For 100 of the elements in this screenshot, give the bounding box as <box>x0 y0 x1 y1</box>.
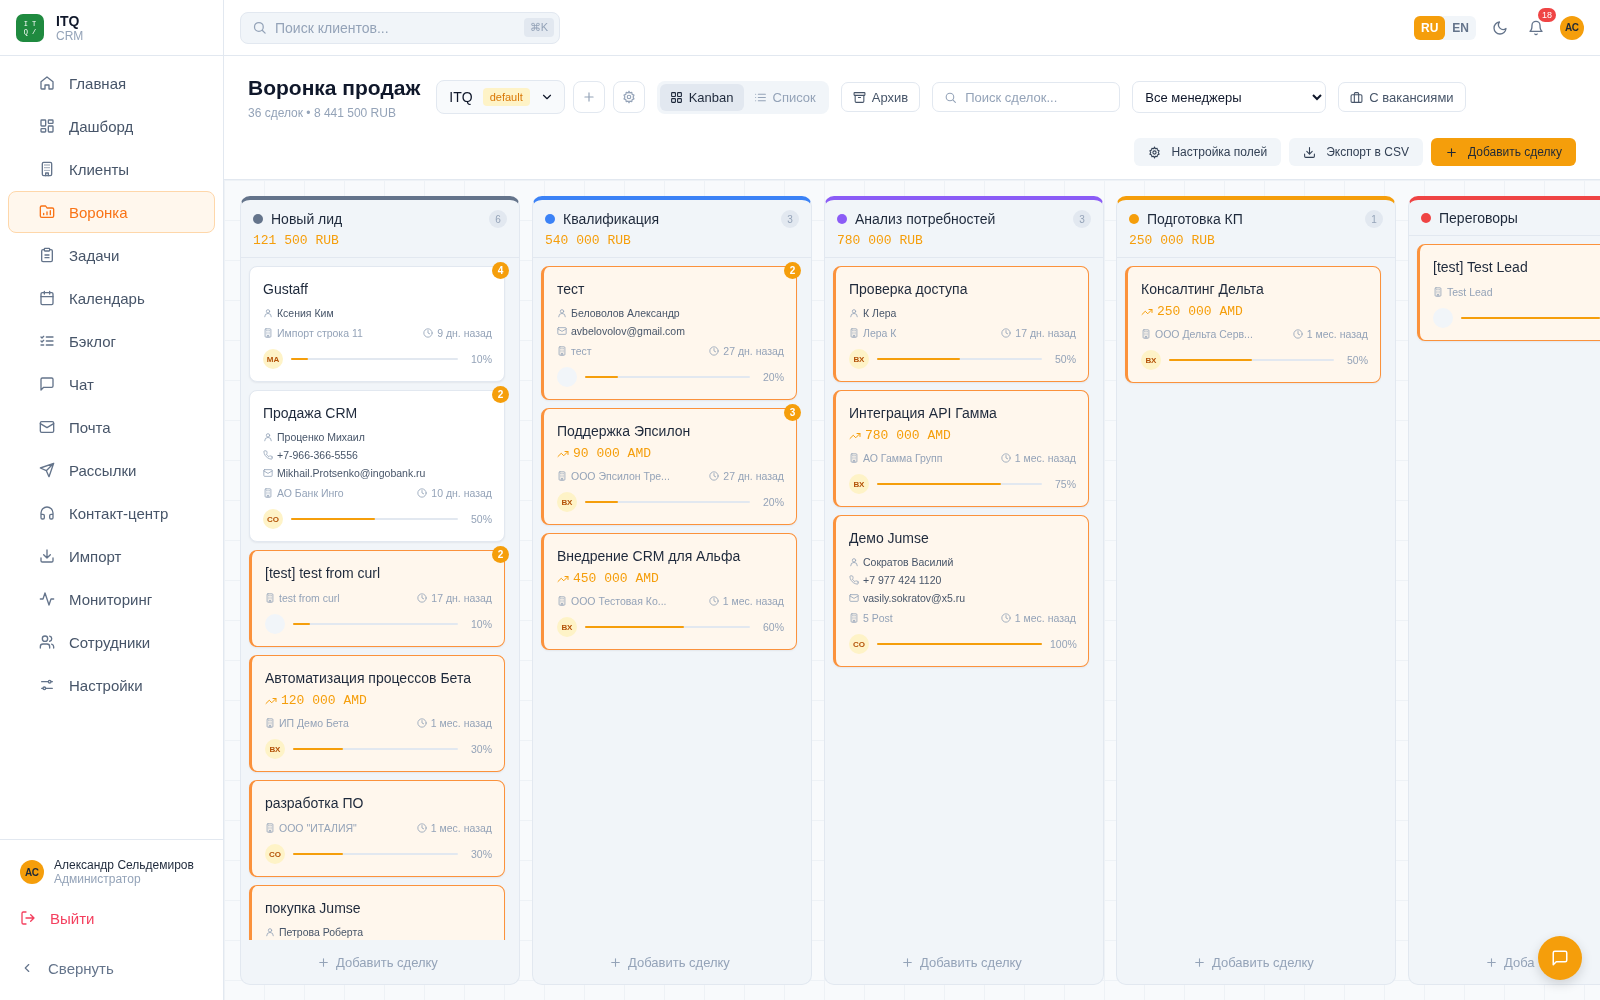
progress-percent: 10% <box>470 618 492 630</box>
field-settings-button[interactable]: Настройка полей <box>1134 138 1282 166</box>
clock-icon <box>417 488 428 498</box>
sidebar-item[interactable]: Задачи <box>8 234 215 276</box>
user-role: Администратор <box>54 872 142 886</box>
company-name: 5 Post <box>863 612 893 624</box>
person-icon <box>849 557 859 567</box>
company-name: АО Гамма Групп <box>863 452 943 464</box>
time-ago: 10 дн. назад <box>431 487 492 499</box>
company-name: ООО "ИТАЛИЯ" <box>279 822 357 834</box>
deal-card[interactable]: Автоматизация процессов Бета 120 000 AMD ИП Демо Бета 1 мес. назад ВХ 30% <box>249 655 505 772</box>
company-name: ООО Тестовая Ко... <box>571 595 667 607</box>
building-icon <box>557 596 567 606</box>
deal-search-field[interactable]: Поиск сделок... <box>932 82 1121 112</box>
user-name: Александр Сельдемиров <box>54 858 194 872</box>
deal-card[interactable]: Демо Jumse Сократов Василий +7 977 424 1120 vasily.sokratov@x5.ru 5 Post 1 мес. назад СО 100% <box>833 515 1089 667</box>
pipeline-select[interactable]: ITQ default <box>436 80 565 114</box>
phone-number: +7-966-366-5556 <box>277 449 358 461</box>
headset-icon <box>39 505 55 521</box>
collapse-button[interactable]: Свернуть <box>20 946 203 990</box>
count-badge: 3 <box>784 404 801 421</box>
contact-name: Ксения Ким <box>277 307 334 319</box>
sidebar-item[interactable]: Клиенты <box>8 148 215 190</box>
download-icon <box>39 548 55 564</box>
time-ago: 1 мес. назад <box>430 822 492 834</box>
deal-title: Консалтинг Дельта <box>1141 281 1265 297</box>
chat-icon <box>39 376 55 392</box>
sidebar-item[interactable]: Сотрудники <box>8 621 215 663</box>
avatar: ВХ <box>557 492 577 512</box>
deal-card[interactable]: Внедрение CRM для Альфа 450 000 AMD ООО Тестовая Ко... 1 мес. назад ВХ 60% <box>541 533 797 650</box>
clock-icon <box>1000 613 1011 623</box>
email-address: vasily.sokratov@x5.ru <box>863 592 966 604</box>
vacancies-button[interactable]: С вакансиями <box>1338 82 1466 112</box>
time-ago: 27 дн. назад <box>723 345 784 357</box>
sliders-icon <box>39 677 55 693</box>
deal-title: Поддержка Эпсилон <box>557 423 692 439</box>
sidebar-item[interactable]: Календарь <box>8 277 215 319</box>
column-title: Квалификация <box>563 211 661 227</box>
moon-icon <box>1492 19 1508 36</box>
building-icon <box>557 471 567 481</box>
sidebar-item[interactable]: Чат <box>8 363 215 405</box>
deal-title: покупка Jumse <box>265 900 362 916</box>
deal-card[interactable]: разработка ПО ООО "ИТАЛИЯ" 1 мес. назад СО 30% <box>249 780 505 877</box>
sidebar-item[interactable]: Почта <box>8 406 215 448</box>
clock-icon <box>709 346 720 356</box>
export-button[interactable]: Экспорт в CSV <box>1289 138 1423 166</box>
sidebar-item[interactable]: Мониторинг <box>8 578 215 620</box>
clock-icon <box>708 596 719 606</box>
count-badge: 3 <box>1073 210 1091 228</box>
person-icon <box>265 927 275 937</box>
language-toggle[interactable]: EN <box>1445 15 1476 40</box>
building-icon <box>263 488 273 498</box>
sidebar-item[interactable]: Главная <box>8 62 215 104</box>
clock-icon <box>423 328 434 338</box>
calendar-icon <box>39 290 55 306</box>
avatar: СО <box>849 634 869 654</box>
sidebar-item[interactable]: Настройки <box>8 664 215 706</box>
plus-icon <box>1444 145 1458 159</box>
view-tab[interactable]: Kanban <box>659 83 744 111</box>
deal-amount: 450 000 AMD <box>573 571 659 586</box>
company-name: Лера К <box>863 327 897 339</box>
company-name: ООО Дельта Серв... <box>1155 328 1253 340</box>
email-address: avbelovolov@gmail.com <box>571 325 685 337</box>
phone-icon <box>263 450 273 460</box>
deal-card[interactable]: Консалтинг Дельта 250 000 AMD ООО Дельта Серв... 1 мес. назад ВХ 50% <box>1125 266 1381 383</box>
avatar: МА <box>263 349 283 369</box>
deal-card[interactable]: Интеграция API Гамма 780 000 AMD АО Гамма Групп 1 мес. назад ВХ 75% <box>833 390 1089 507</box>
clock-icon <box>1000 453 1011 463</box>
archive-button[interactable]: Архив <box>840 82 921 112</box>
sidebar-item[interactable]: Дашборд <box>8 105 215 147</box>
settings-button[interactable] <box>612 81 645 113</box>
archive-icon <box>852 90 866 104</box>
sidebar-item[interactable]: Рассылки <box>8 449 215 491</box>
deal-amount: 90 000 AMD <box>573 446 651 461</box>
deal-card[interactable]: покупка Jumse Петрова Роберта <box>249 885 505 940</box>
send-icon <box>39 462 55 478</box>
avatar: СО <box>263 509 283 529</box>
phone-number: +7 977 424 1120 <box>863 574 942 586</box>
user-avatar[interactable]: АС <box>1560 15 1584 40</box>
sidebar-item[interactable]: Бэклог <box>8 320 215 362</box>
mail-icon <box>39 419 55 435</box>
logout-link[interactable]: Выйти <box>20 896 203 940</box>
clock-icon <box>1001 328 1012 338</box>
sidebar-item[interactable]: Импорт <box>8 535 215 577</box>
company-name: ООО Эпсилон Тре... <box>571 470 670 482</box>
gear-icon <box>621 90 636 104</box>
deal-card[interactable]: Проверка доступа К Лера Лера К 17 дн. назад ВХ 50% <box>833 266 1089 382</box>
deal-card[interactable]: [test] Test Lead Test Lead <box>1417 244 1600 341</box>
building-icon <box>265 593 275 603</box>
company-name: Test Lead <box>1447 286 1493 298</box>
plus-icon <box>317 955 330 969</box>
add-pipeline-button[interactable] <box>572 81 605 113</box>
add-deal-button[interactable]: Добавить сделку <box>1430 138 1576 166</box>
company-name: ИП Демо Бета <box>279 717 349 729</box>
person-icon <box>263 308 273 318</box>
shortcut-hint: ⌘K <box>523 18 554 37</box>
clock-icon <box>709 471 720 481</box>
sidebar-item[interactable]: Контакт-центр <box>8 492 215 534</box>
building-icon <box>1141 329 1151 339</box>
manager-select[interactable]: Все менеджеры <box>1132 81 1327 113</box>
